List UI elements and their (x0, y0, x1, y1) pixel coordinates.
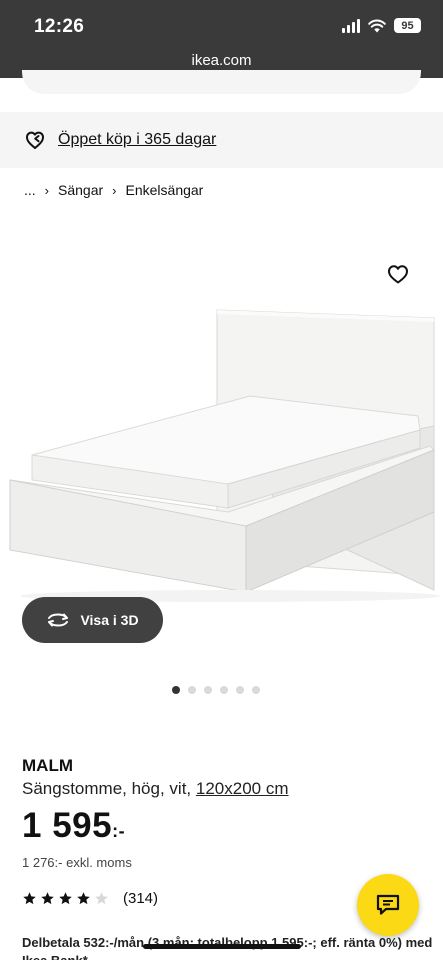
signal-icon (342, 18, 360, 33)
carousel-dot[interactable] (236, 686, 244, 694)
product-size-link[interactable]: 120x200 cm (196, 779, 289, 798)
breadcrumb-item-enkelsangar[interactable]: Enkelsängar (126, 182, 204, 198)
chevron-right-icon: › (44, 182, 50, 198)
carousel-dot[interactable] (220, 686, 228, 694)
star-empty-icon (95, 892, 108, 905)
breadcrumb: ... › Sängar › Enkelsängar (24, 182, 203, 198)
chat-icon (376, 894, 400, 915)
return-icon (25, 131, 45, 149)
favorite-heart-icon[interactable] (386, 262, 410, 286)
product-name: MALM (22, 756, 73, 775)
carousel-dot[interactable] (252, 686, 260, 694)
status-time: 12:26 (34, 16, 85, 37)
search-bar[interactable] (22, 70, 421, 94)
rotate-3d-icon (48, 613, 69, 627)
home-indicator (143, 944, 301, 949)
product-price: 1 595:- (22, 806, 125, 846)
chevron-right-icon: › (112, 182, 117, 198)
chat-button[interactable] (357, 874, 419, 936)
view-3d-label: Visa i 3D (80, 612, 139, 628)
review-count[interactable]: (314) (123, 890, 158, 907)
return-policy-banner[interactable]: Öppet köp i 365 dagar (0, 112, 443, 168)
return-policy-link[interactable]: Öppet köp i 365 dagar (58, 131, 216, 149)
star-filled-icon (41, 892, 54, 905)
view-3d-button[interactable]: Visa i 3D (22, 597, 163, 643)
url-bar[interactable]: ikea.com (0, 52, 443, 69)
wifi-icon (368, 19, 386, 32)
browser-top-bar: 12:26 95 ikea.com (0, 0, 443, 78)
carousel-dot[interactable] (172, 686, 180, 694)
rating-stars (22, 891, 109, 906)
battery-icon: 95 (394, 18, 421, 33)
carousel-dot[interactable] (188, 686, 196, 694)
price-suffix: :- (112, 821, 126, 841)
product-rating[interactable]: (314) (22, 890, 158, 907)
product-type: Sängstomme, hög, vit, (22, 779, 192, 798)
breadcrumb-ellipsis[interactable]: ... (24, 182, 36, 198)
price-value: 1 595 (22, 806, 113, 845)
star-filled-icon (77, 892, 90, 905)
star-filled-icon (59, 892, 72, 905)
carousel-dot[interactable] (204, 686, 212, 694)
product-description: Sängstomme, hög, vit, 120x200 cm (22, 779, 289, 799)
image-carousel-dots (172, 686, 260, 694)
star-filled-icon (23, 892, 36, 905)
price-excl-vat: 1 276:- exkl. moms (22, 855, 132, 870)
status-icons: 95 (342, 18, 421, 33)
breadcrumb-item-sangar[interactable]: Sängar (58, 182, 103, 198)
